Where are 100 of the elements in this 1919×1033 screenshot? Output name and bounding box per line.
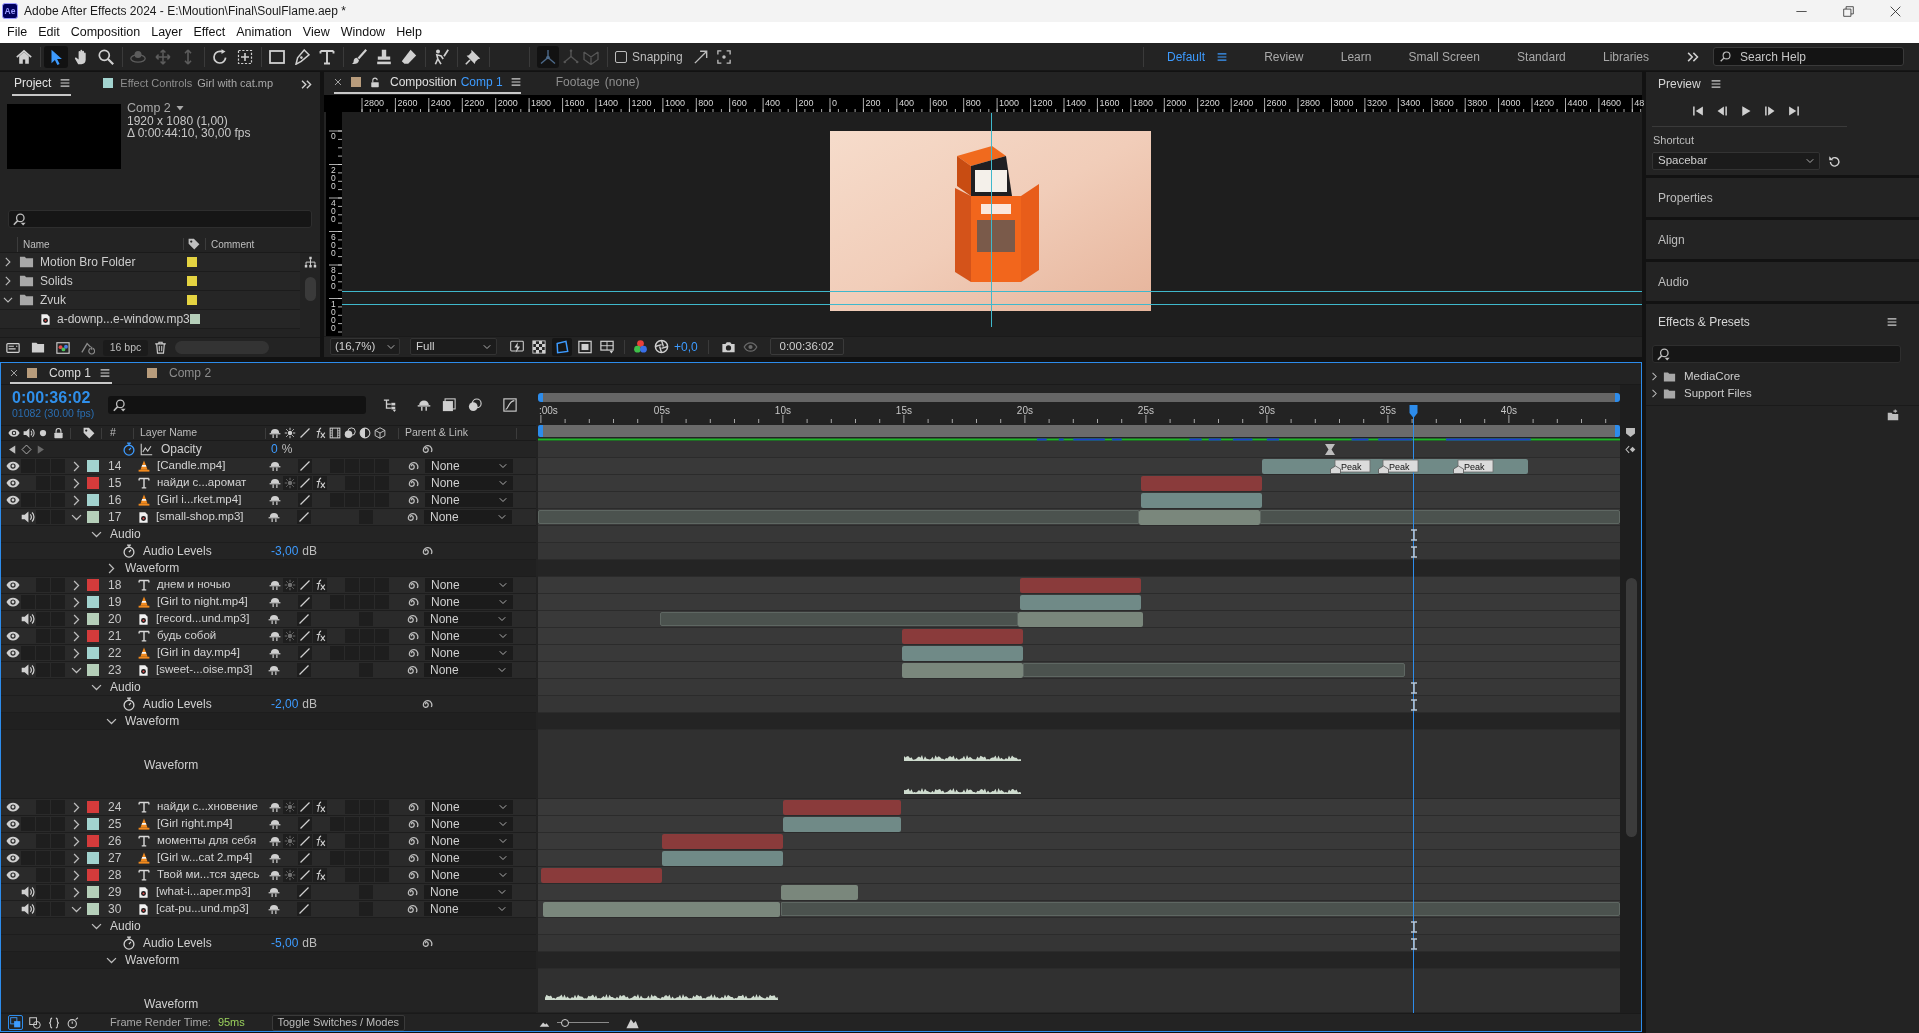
project-item[interactable]: Zvuk: [0, 291, 300, 310]
eye-icon[interactable]: [6, 817, 20, 831]
chevron-right-icon[interactable]: [71, 579, 82, 591]
eye-icon[interactable]: [6, 595, 20, 609]
property-value[interactable]: -5,00: [271, 934, 299, 952]
shy-icon[interactable]: [267, 885, 281, 899]
shy-icon[interactable]: [267, 902, 281, 916]
property-group-row[interactable]: Audio: [1, 918, 536, 935]
audio-switch[interactable]: [21, 646, 35, 660]
layer-row[interactable]: 28 Твой ми...тся здесь None: [1, 867, 536, 884]
eye-icon[interactable]: [6, 868, 20, 882]
step-forward-icon[interactable]: [1764, 105, 1776, 117]
parent-dropdown[interactable]: None: [424, 902, 512, 916]
rectangle-icon[interactable]: [269, 48, 285, 65]
column-header[interactable]: Layer Name: [140, 425, 265, 441]
fx-icon[interactable]: [313, 476, 327, 490]
film-frames-icon[interactable]: [442, 398, 456, 412]
bit-depth-button[interactable]: 16 bpc: [103, 339, 148, 356]
eye-icon[interactable]: [6, 476, 20, 490]
arrow-pointer-icon[interactable]: [44, 45, 68, 68]
scrollbar-thumb[interactable]: [1626, 578, 1637, 837]
reset-icon[interactable]: [1828, 154, 1841, 168]
corner-frame-icon[interactable]: [716, 49, 731, 64]
label-swatch-icon[interactable]: [87, 511, 99, 523]
panel-title[interactable]: Align: [1658, 230, 1685, 249]
search-field[interactable]: [1652, 345, 1901, 363]
slash-icon[interactable]: [299, 427, 311, 439]
audio-switch[interactable]: [21, 459, 35, 473]
brush-icon[interactable]: [351, 48, 367, 65]
overlapping-circles-icon[interactable]: [344, 427, 356, 439]
flowchart-icon[interactable]: [303, 256, 317, 269]
label-swatch-icon[interactable]: [87, 613, 99, 625]
workspace-tab[interactable]: Default: [1167, 47, 1206, 66]
pushpin-icon[interactable]: [465, 48, 481, 65]
shy-icon[interactable]: [267, 510, 281, 524]
eye-icon[interactable]: [6, 834, 20, 848]
parent-dropdown[interactable]: None: [424, 663, 512, 677]
braces-icon[interactable]: [47, 1015, 61, 1030]
fx-icon[interactable]: [313, 868, 327, 882]
stopwatch-icon[interactable]: [122, 936, 136, 950]
chevron-right-icon[interactable]: [3, 276, 13, 286]
layer-row[interactable]: 29 [what-i...aper.mp3] None: [1, 884, 536, 901]
property-value[interactable]: -2,00: [271, 695, 299, 713]
chevron-right-icon[interactable]: [71, 460, 82, 472]
layer-row[interactable]: 15 найди с...аромат None: [1, 475, 536, 492]
camera-icon[interactable]: [720, 339, 736, 354]
folder-icon[interactable]: [31, 341, 45, 354]
keyframe-icon[interactable]: [1324, 444, 1335, 455]
play-icon[interactable]: [1740, 105, 1752, 117]
chevron-right-icon[interactable]: [3, 257, 13, 267]
eye-icon[interactable]: [6, 493, 20, 507]
solo-switch[interactable]: [36, 612, 50, 626]
eye-icon[interactable]: [6, 646, 20, 660]
chevron-right-icon[interactable]: [71, 886, 82, 898]
shy-icon[interactable]: [267, 663, 281, 677]
property-group-row[interactable]: Waveform: [1, 952, 536, 969]
workspace-tab[interactable]: Small Screen: [1408, 47, 1480, 66]
padlock-closed-icon[interactable]: [53, 427, 64, 439]
menu-item[interactable]: Window: [340, 23, 386, 42]
speaker-icon[interactable]: [21, 663, 35, 677]
parent-dropdown[interactable]: None: [425, 800, 513, 814]
type-tool-icon[interactable]: [319, 48, 335, 65]
fx-icon[interactable]: [314, 427, 326, 439]
pen-icon[interactable]: [294, 48, 310, 65]
speaker-icon[interactable]: [21, 902, 35, 916]
flow-power-icon[interactable]: [81, 340, 95, 355]
shy-icon[interactable]: [268, 851, 282, 865]
panel-title[interactable]: Preview: [1658, 75, 1701, 93]
fx-icon[interactable]: [313, 629, 327, 643]
parent-dropdown[interactable]: None: [425, 834, 513, 848]
search-field[interactable]: Search Help: [1713, 47, 1904, 66]
fx-icon[interactable]: [313, 800, 327, 814]
label-swatch-icon[interactable]: [87, 596, 99, 608]
menu-item[interactable]: File: [7, 23, 28, 42]
chevron-right-icon[interactable]: [1650, 389, 1659, 398]
close-icon[interactable]: [334, 78, 342, 86]
chevron-right-icon[interactable]: [71, 596, 82, 608]
shy-icon[interactable]: [417, 398, 431, 412]
parent-dropdown[interactable]: None: [425, 493, 513, 507]
parent-dropdown[interactable]: None: [424, 885, 512, 899]
toggle-switches-button[interactable]: Toggle Switches / Modes: [271, 1014, 405, 1031]
layer-bar[interactable]: Peak Peak Peak: [1262, 459, 1529, 474]
chevron-right-icon[interactable]: [71, 613, 82, 625]
layer-row[interactable]: 22 [Girl in day.mp4] None: [1, 645, 536, 662]
aperture-icon[interactable]: [654, 339, 669, 354]
skip-to-start-icon[interactable]: [1692, 105, 1704, 117]
solo-switch[interactable]: [36, 663, 50, 677]
speaker-icon[interactable]: [23, 427, 35, 439]
layer-row[interactable]: 20 [record...und.mp3] None: [1, 611, 536, 628]
shortcut-dropdown[interactable]: Spacebar: [1652, 152, 1820, 170]
stamp-icon[interactable]: [376, 48, 392, 65]
shy-icon[interactable]: [268, 578, 282, 592]
slash-icon[interactable]: [297, 612, 311, 626]
shy-icon[interactable]: [268, 493, 282, 507]
comp-tab[interactable]: Comp 2: [147, 363, 214, 384]
layer-row[interactable]: 23 [sweet-...oise.mp3] None: [1, 662, 536, 679]
slash-icon[interactable]: [298, 851, 312, 865]
menu-item[interactable]: Effect: [193, 23, 226, 42]
menu-icon[interactable]: [60, 78, 71, 88]
property-group-row[interactable]: Audio: [1, 679, 536, 696]
